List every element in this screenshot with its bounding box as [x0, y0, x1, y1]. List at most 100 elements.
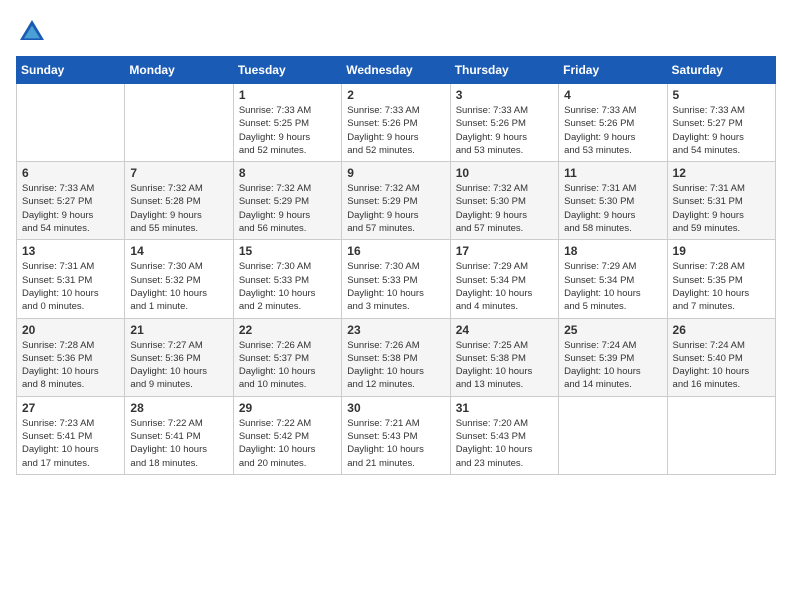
day-info: Sunrise: 7:30 AM Sunset: 5:33 PM Dayligh… [239, 260, 336, 313]
calendar-day-cell [559, 396, 667, 474]
day-number: 16 [347, 244, 444, 258]
weekday-header: Saturday [667, 57, 775, 84]
day-info: Sunrise: 7:32 AM Sunset: 5:29 PM Dayligh… [347, 182, 444, 235]
calendar-day-cell: 1 Sunrise: 7:33 AM Sunset: 5:25 PM Daylig… [233, 84, 341, 162]
calendar-day-cell: 11Sunrise: 7:31 AM Sunset: 5:30 PM Dayli… [559, 162, 667, 240]
day-info: Sunrise: 7:33 AM Sunset: 5:25 PM Dayligh… [239, 104, 336, 157]
day-info: Sunrise: 7:23 AM Sunset: 5:41 PM Dayligh… [22, 417, 119, 470]
calendar-day-cell: 2 Sunrise: 7:33 AM Sunset: 5:26 PM Daylig… [342, 84, 450, 162]
day-info: Sunrise: 7:33 AM Sunset: 5:26 PM Dayligh… [456, 104, 553, 157]
calendar-day-cell: 15Sunrise: 7:30 AM Sunset: 5:33 PM Dayli… [233, 240, 341, 318]
header [16, 16, 776, 48]
day-info: Sunrise: 7:33 AM Sunset: 5:26 PM Dayligh… [347, 104, 444, 157]
day-info: Sunrise: 7:31 AM Sunset: 5:31 PM Dayligh… [22, 260, 119, 313]
calendar-day-cell: 16 Sunrise: 7:30 AM Sunset: 5:33 PM Dayli… [342, 240, 450, 318]
day-info: Sunrise: 7:27 AM Sunset: 5:36 PM Dayligh… [130, 339, 227, 392]
day-number: 7 [130, 166, 227, 180]
calendar-day-cell: 18 Sunrise: 7:29 AM Sunset: 5:34 PM Dayli… [559, 240, 667, 318]
day-number: 26 [673, 323, 770, 337]
day-info: Sunrise: 7:21 AM Sunset: 5:43 PM Dayligh… [347, 417, 444, 470]
day-number: 17 [456, 244, 553, 258]
day-number: 8 [239, 166, 336, 180]
calendar-day-cell: 10Sunrise: 7:32 AM Sunset: 5:30 PM Dayli… [450, 162, 558, 240]
day-info: Sunrise: 7:22 AM Sunset: 5:42 PM Dayligh… [239, 417, 336, 470]
day-number: 13 [22, 244, 119, 258]
calendar-day-cell: 12Sunrise: 7:31 AM Sunset: 5:31 PM Dayli… [667, 162, 775, 240]
calendar-day-cell: 31 Sunrise: 7:20 AM Sunset: 5:43 PM Dayli… [450, 396, 558, 474]
day-info: Sunrise: 7:29 AM Sunset: 5:34 PM Dayligh… [564, 260, 661, 313]
calendar-week-row: 27 Sunrise: 7:23 AM Sunset: 5:41 PM Dayli… [17, 396, 776, 474]
day-info: Sunrise: 7:32 AM Sunset: 5:28 PM Dayligh… [130, 182, 227, 235]
calendar-day-cell: 20 Sunrise: 7:28 AM Sunset: 5:36 PM Dayli… [17, 318, 125, 396]
weekday-header: Thursday [450, 57, 558, 84]
day-number: 6 [22, 166, 119, 180]
calendar-week-row: 6 Sunrise: 7:33 AM Sunset: 5:27 PM Daylig… [17, 162, 776, 240]
day-number: 24 [456, 323, 553, 337]
day-number: 3 [456, 88, 553, 102]
calendar-day-cell: 7 Sunrise: 7:32 AM Sunset: 5:28 PM Daylig… [125, 162, 233, 240]
calendar-day-cell: 26 Sunrise: 7:24 AM Sunset: 5:40 PM Dayli… [667, 318, 775, 396]
day-number: 18 [564, 244, 661, 258]
day-number: 2 [347, 88, 444, 102]
day-number: 10 [456, 166, 553, 180]
day-number: 5 [673, 88, 770, 102]
weekday-header: Friday [559, 57, 667, 84]
calendar-day-cell: 17 Sunrise: 7:29 AM Sunset: 5:34 PM Dayli… [450, 240, 558, 318]
day-info: Sunrise: 7:30 AM Sunset: 5:32 PM Dayligh… [130, 260, 227, 313]
day-number: 25 [564, 323, 661, 337]
calendar-week-row: 20 Sunrise: 7:28 AM Sunset: 5:36 PM Dayli… [17, 318, 776, 396]
day-number: 30 [347, 401, 444, 415]
day-info: Sunrise: 7:20 AM Sunset: 5:43 PM Dayligh… [456, 417, 553, 470]
calendar-day-cell: 13 Sunrise: 7:31 AM Sunset: 5:31 PM Dayli… [17, 240, 125, 318]
weekday-header: Wednesday [342, 57, 450, 84]
day-number: 31 [456, 401, 553, 415]
calendar-day-cell: 5 Sunrise: 7:33 AM Sunset: 5:27 PM Daylig… [667, 84, 775, 162]
calendar-day-cell: 29 Sunrise: 7:22 AM Sunset: 5:42 PM Dayli… [233, 396, 341, 474]
day-info: Sunrise: 7:28 AM Sunset: 5:36 PM Dayligh… [22, 339, 119, 392]
weekday-header: Sunday [17, 57, 125, 84]
calendar-day-cell: 25Sunrise: 7:24 AM Sunset: 5:39 PM Dayli… [559, 318, 667, 396]
day-info: Sunrise: 7:28 AM Sunset: 5:35 PM Dayligh… [673, 260, 770, 313]
logo-icon [16, 16, 48, 48]
day-number: 14 [130, 244, 227, 258]
calendar-day-cell: 6 Sunrise: 7:33 AM Sunset: 5:27 PM Daylig… [17, 162, 125, 240]
calendar-day-cell: 14 Sunrise: 7:30 AM Sunset: 5:32 PM Dayli… [125, 240, 233, 318]
day-number: 27 [22, 401, 119, 415]
calendar-day-cell: 9Sunrise: 7:32 AM Sunset: 5:29 PM Daylig… [342, 162, 450, 240]
calendar-day-cell: 27 Sunrise: 7:23 AM Sunset: 5:41 PM Dayli… [17, 396, 125, 474]
calendar-day-cell [17, 84, 125, 162]
day-info: Sunrise: 7:22 AM Sunset: 5:41 PM Dayligh… [130, 417, 227, 470]
day-info: Sunrise: 7:31 AM Sunset: 5:31 PM Dayligh… [673, 182, 770, 235]
weekday-header: Tuesday [233, 57, 341, 84]
day-info: Sunrise: 7:25 AM Sunset: 5:38 PM Dayligh… [456, 339, 553, 392]
day-number: 22 [239, 323, 336, 337]
day-number: 29 [239, 401, 336, 415]
day-info: Sunrise: 7:33 AM Sunset: 5:27 PM Dayligh… [22, 182, 119, 235]
day-number: 1 [239, 88, 336, 102]
calendar-day-cell: 22 Sunrise: 7:26 AM Sunset: 5:37 PM Dayli… [233, 318, 341, 396]
day-info: Sunrise: 7:26 AM Sunset: 5:37 PM Dayligh… [239, 339, 336, 392]
calendar: SundayMondayTuesdayWednesdayThursdayFrid… [16, 56, 776, 475]
logo [16, 16, 52, 48]
day-number: 11 [564, 166, 661, 180]
day-info: Sunrise: 7:30 AM Sunset: 5:33 PM Dayligh… [347, 260, 444, 313]
calendar-day-cell [125, 84, 233, 162]
day-info: Sunrise: 7:24 AM Sunset: 5:40 PM Dayligh… [673, 339, 770, 392]
day-number: 20 [22, 323, 119, 337]
calendar-week-row: 13 Sunrise: 7:31 AM Sunset: 5:31 PM Dayli… [17, 240, 776, 318]
day-info: Sunrise: 7:26 AM Sunset: 5:38 PM Dayligh… [347, 339, 444, 392]
calendar-day-cell: 4Sunrise: 7:33 AM Sunset: 5:26 PM Daylig… [559, 84, 667, 162]
day-number: 28 [130, 401, 227, 415]
calendar-day-cell: 28 Sunrise: 7:22 AM Sunset: 5:41 PM Dayli… [125, 396, 233, 474]
weekday-header: Monday [125, 57, 233, 84]
day-info: Sunrise: 7:33 AM Sunset: 5:27 PM Dayligh… [673, 104, 770, 157]
day-number: 19 [673, 244, 770, 258]
day-number: 21 [130, 323, 227, 337]
calendar-day-cell: 24 Sunrise: 7:25 AM Sunset: 5:38 PM Dayli… [450, 318, 558, 396]
calendar-day-cell: 23 Sunrise: 7:26 AM Sunset: 5:38 PM Dayli… [342, 318, 450, 396]
day-number: 23 [347, 323, 444, 337]
calendar-day-cell [667, 396, 775, 474]
calendar-day-cell: 19 Sunrise: 7:28 AM Sunset: 5:35 PM Dayli… [667, 240, 775, 318]
calendar-header-row: SundayMondayTuesdayWednesdayThursdayFrid… [17, 57, 776, 84]
day-info: Sunrise: 7:29 AM Sunset: 5:34 PM Dayligh… [456, 260, 553, 313]
